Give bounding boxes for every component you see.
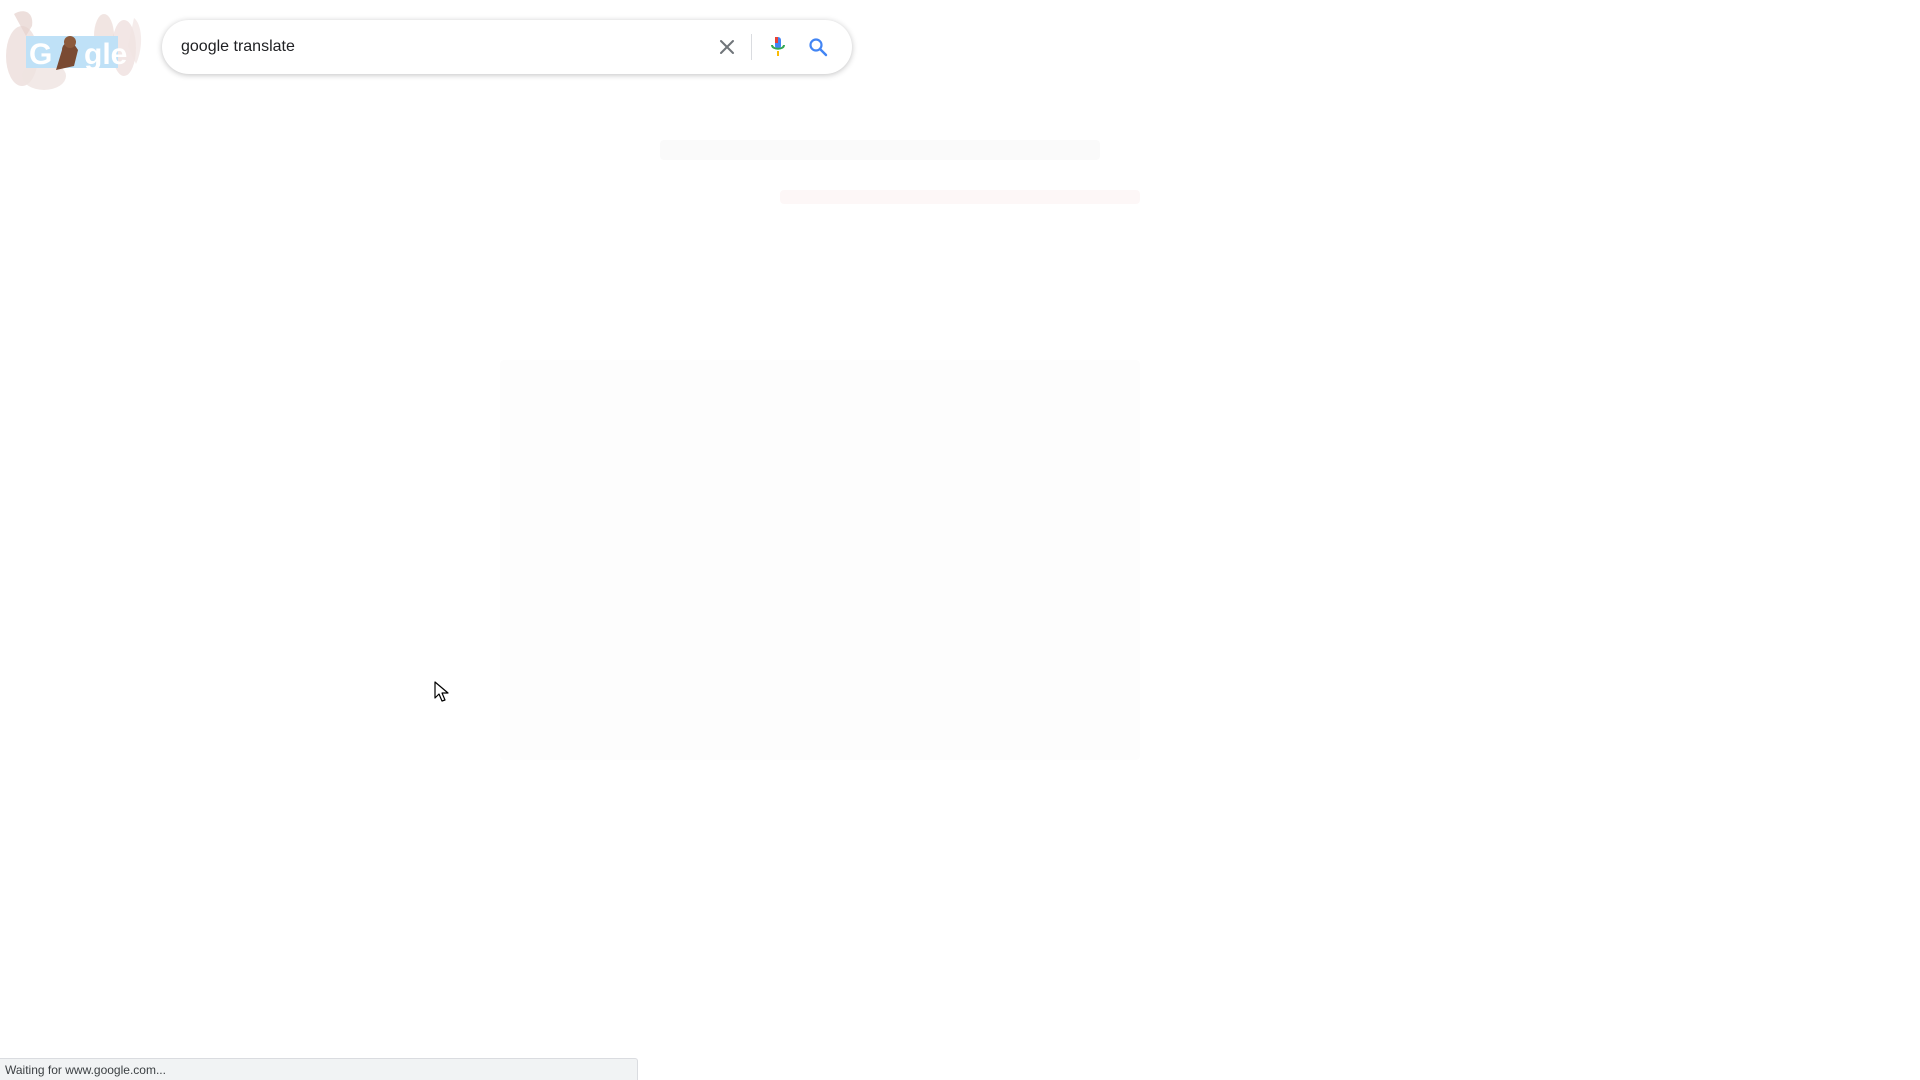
loading-placeholder xyxy=(780,190,1140,204)
google-doodle-logo[interactable]: G gle xyxy=(4,6,146,94)
clear-button[interactable] xyxy=(707,27,747,67)
microphone-icon xyxy=(771,37,785,56)
svg-text:G: G xyxy=(29,38,52,71)
search-box xyxy=(162,20,852,74)
loading-placeholder xyxy=(660,140,1100,160)
search-results-page: G gle google translate Waiting for www.g… xyxy=(0,0,1920,1080)
voice-search-button[interactable] xyxy=(758,27,798,67)
svg-text:gle: gle xyxy=(84,38,127,71)
loading-placeholder xyxy=(500,360,1140,760)
mouse-cursor-icon xyxy=(434,681,449,702)
close-icon xyxy=(720,40,734,54)
search-button[interactable] xyxy=(798,27,838,67)
doodle-icon: G gle xyxy=(6,11,142,90)
status-bar: Waiting for www.google.com... xyxy=(0,1058,638,1080)
search-input[interactable] xyxy=(162,26,707,68)
search-icon xyxy=(809,38,828,57)
search-box-divider xyxy=(751,34,752,60)
